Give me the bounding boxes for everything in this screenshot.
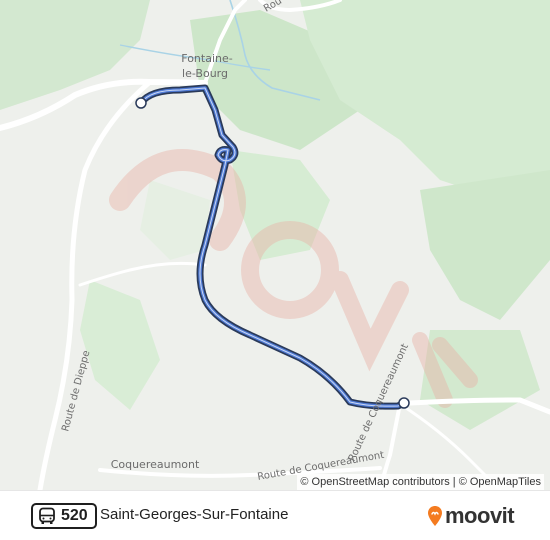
place-label-coquereaumont: Coquereaumont <box>111 458 200 471</box>
bus-icon <box>39 507 55 524</box>
route-name: Saint-Georges-Sur-Fontaine <box>100 506 289 523</box>
route-footer: 520 Saint-Georges-Sur-Fontaine moovit <box>0 490 550 540</box>
moovit-pin-icon <box>428 506 442 526</box>
map-attribution[interactable]: © OpenStreetMap contributors | © OpenMap… <box>297 474 544 490</box>
map-canvas: Fontaine- le-Bourg Coquereaumont Route d… <box>0 0 550 490</box>
route-number: 520 <box>61 507 88 524</box>
route-end-stop[interactable] <box>398 397 410 409</box>
route-badge[interactable]: 520 <box>31 503 97 529</box>
route-start-stop[interactable] <box>135 97 147 109</box>
moovit-logo[interactable]: moovit <box>428 502 515 530</box>
moovit-wordmark: moovit <box>445 503 515 528</box>
place-label-fontaine-line2: le-Bourg <box>182 67 228 80</box>
map[interactable]: Fontaine- le-Bourg Coquereaumont Route d… <box>0 0 550 490</box>
place-label-fontaine-line1: Fontaine- <box>181 52 232 65</box>
